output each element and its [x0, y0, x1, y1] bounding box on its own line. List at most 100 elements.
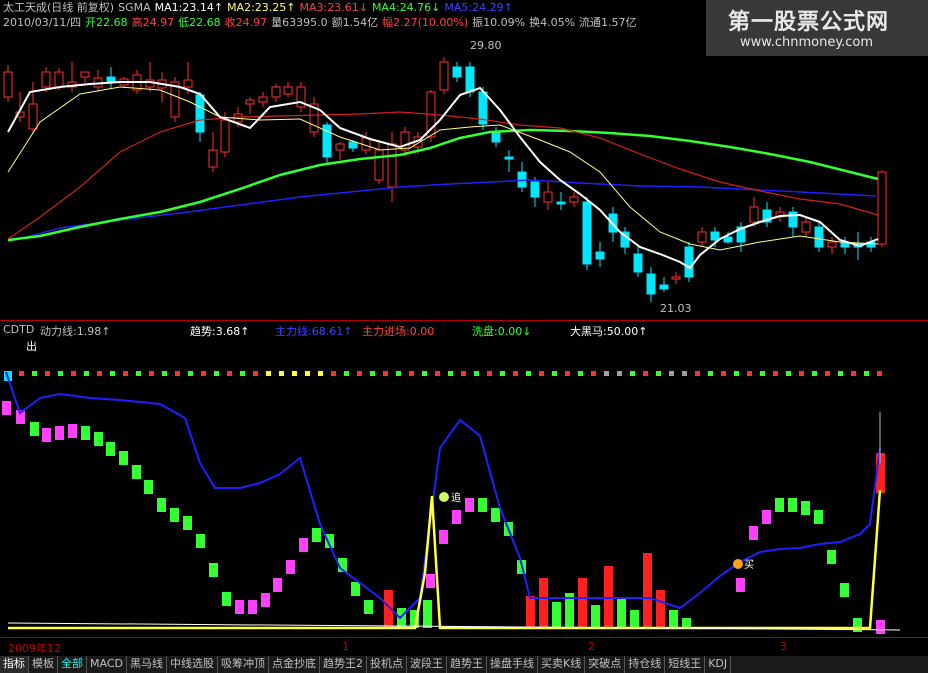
trend-block [775, 498, 784, 512]
price-high-label: 29.80 [470, 39, 502, 52]
signal-dot [32, 371, 37, 376]
indicator-value-6: 大黑马:50.00↑ [570, 325, 648, 338]
trend-block [30, 422, 39, 436]
tab-0[interactable]: 指标 [0, 656, 29, 673]
indicator-value-4: 主力进场:0.00 [362, 325, 435, 338]
trend-block [94, 432, 103, 446]
tab-7[interactable]: 点金抄底 [269, 656, 320, 673]
candle-body [3, 71, 13, 98]
candle-body [387, 143, 397, 188]
signal-dot [136, 371, 141, 376]
indicator-tabs: 指标 模板 全部 MACD 黑马线 中线选股 吸筹冲顶 点金抄底 趋势王2 投机点 波段王 趋势王 操盘… [0, 656, 928, 673]
indicator-chart[interactable]: 出 追 买 [0, 338, 928, 636]
signal-dot [435, 371, 440, 376]
trend-block [801, 501, 810, 515]
trend-block [736, 578, 745, 592]
signal-dot [526, 371, 531, 376]
tab-11[interactable]: 趋势王 [447, 656, 487, 673]
signal-dot [591, 371, 596, 376]
tab-3[interactable]: MACD [87, 656, 127, 673]
ma-value-3: MA2:23.25↑ [227, 1, 296, 14]
candle-body [283, 86, 293, 95]
tab-15[interactable]: 持仓线 [625, 656, 666, 673]
trend-block [351, 582, 360, 596]
candle-body [827, 241, 837, 248]
signal-dot [864, 371, 869, 376]
trend-block [248, 600, 257, 614]
candle-body [208, 149, 218, 168]
volume-bar [552, 602, 561, 628]
tab-16[interactable]: 短线王 [665, 656, 706, 673]
signal-dot [370, 371, 375, 376]
trend-block [55, 426, 64, 440]
quote-value-1: 开22.68 [85, 16, 128, 29]
candle-body [183, 79, 193, 88]
signal-dot [84, 371, 89, 376]
tab-5[interactable]: 中线选股 [167, 656, 218, 673]
signal-zhui: 追 [451, 491, 461, 504]
ma-value-1: SGMA [118, 1, 151, 14]
trend-block [439, 530, 448, 544]
trend-block [183, 516, 192, 530]
quote-value-5: 量63395.0 [271, 16, 328, 29]
tab-8[interactable]: 趋势王2 [320, 656, 367, 673]
volume-bar [617, 598, 626, 628]
signal-dot [357, 371, 362, 376]
trend-line-yellow [8, 489, 882, 630]
trend-block [119, 451, 128, 465]
trend-block [364, 600, 373, 614]
volume-bar [643, 553, 652, 628]
tab-6[interactable]: 吸筹冲顶 [218, 656, 269, 673]
candle-body [374, 149, 384, 181]
tab-10[interactable]: 波段王 [407, 656, 447, 673]
signal-dot [266, 371, 271, 376]
signal-dot [513, 371, 518, 376]
time-label-dec: 2009年12 [8, 642, 61, 655]
quote-value-7: 幅2.27(10.00%) [382, 16, 469, 29]
signal-dot [474, 371, 479, 376]
volume-bar [397, 608, 406, 628]
trend-block [2, 401, 11, 415]
signal-dot [695, 371, 700, 376]
indicator-value-0: CDTD [3, 323, 35, 336]
signal-dot [201, 371, 206, 376]
trend-block [814, 510, 823, 524]
tab-9[interactable]: 投机点 [367, 656, 407, 673]
signal-dot [318, 371, 323, 376]
quote-value-8: 振10.09% [472, 16, 526, 29]
tab-12[interactable]: 操盘手线 [487, 656, 538, 673]
trend-block [235, 600, 244, 614]
signal-dot [409, 371, 414, 376]
tab-2[interactable]: 全部 [58, 656, 87, 673]
signal-dot [734, 371, 739, 376]
signal-dot [604, 371, 609, 376]
ma-value-2: MA1:23.14↑ [154, 1, 224, 14]
signal-dot [760, 371, 765, 376]
candle-body [659, 284, 669, 290]
signal-dot [500, 371, 505, 376]
trend-block [788, 498, 797, 512]
apple-icon [439, 492, 449, 502]
signal-dot [58, 371, 63, 376]
trend-block [222, 592, 231, 606]
candle-body [504, 156, 514, 160]
candle-body [671, 276, 681, 280]
trend-block [209, 563, 218, 577]
signal-dot [565, 371, 570, 376]
signal-dot [721, 371, 726, 376]
tab-17[interactable]: KDJ [705, 656, 732, 673]
signal-dot [838, 371, 843, 376]
candle-body [439, 61, 449, 91]
ma-value-6: MA5:24.29↑ [444, 1, 513, 14]
candlestick-chart[interactable]: 29.80 21.03 [0, 32, 928, 320]
candle-body [710, 231, 720, 241]
candle-body [556, 201, 566, 205]
trend-block [465, 498, 474, 512]
tab-4[interactable]: 黑马线 [127, 656, 167, 673]
tab-14[interactable]: 突破点 [585, 656, 626, 673]
candle-body [335, 143, 345, 151]
tab-13[interactable]: 买卖K线 [538, 656, 586, 673]
signal-chu: 出 [26, 339, 37, 353]
tab-1[interactable]: 模板 [29, 656, 58, 673]
trend-block [876, 620, 885, 634]
